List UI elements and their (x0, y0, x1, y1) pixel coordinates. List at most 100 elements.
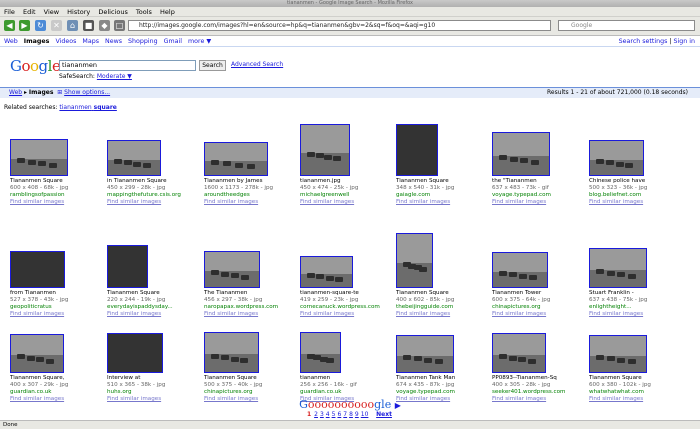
result-site[interactable]: michaelgreenwell (300, 192, 390, 199)
result-site[interactable]: chinapictures.org (492, 304, 582, 311)
result-site[interactable]: voyage.typepad.com (396, 389, 486, 396)
nav-videos[interactable]: Videos (55, 38, 76, 45)
image-thumbnail[interactable] (492, 132, 550, 176)
page-8[interactable]: 8 (349, 411, 353, 418)
advanced-search-link[interactable]: Advanced Search (231, 61, 283, 68)
image-thumbnail[interactable] (10, 251, 65, 288)
crumb-web[interactable]: Web (9, 89, 22, 96)
result-site[interactable]: chinapictures.org (204, 389, 294, 396)
result-site[interactable]: gaiagle.com (396, 192, 486, 199)
result-site[interactable]: naropapax.wordpress.com (204, 304, 294, 311)
result-site[interactable]: seeker401.wordpress.com (492, 389, 582, 396)
safesearch-dropdown[interactable]: Moderate ▼ (97, 73, 132, 80)
menu-view[interactable]: View (44, 8, 59, 16)
image-thumbnail[interactable] (10, 139, 68, 176)
image-thumbnail[interactable] (204, 251, 260, 288)
forward-icon[interactable]: ▶ (19, 20, 30, 31)
image-thumbnail[interactable] (492, 252, 548, 288)
image-thumbnail[interactable] (396, 335, 454, 373)
result-site[interactable]: guardian.co.uk (300, 389, 390, 396)
result-site[interactable]: voyage.typepad.com (492, 192, 582, 199)
result-site[interactable]: geopoliticratus (10, 304, 100, 311)
nav-gmail[interactable]: Gmail (164, 38, 182, 45)
image-thumbnail[interactable] (300, 256, 353, 288)
find-similar-link[interactable]: Find similar images (492, 311, 582, 318)
reload-icon[interactable]: ↻ (35, 20, 46, 31)
image-thumbnail[interactable] (204, 332, 259, 373)
search-settings-link[interactable]: Search settings (619, 38, 668, 45)
image-thumbnail[interactable] (589, 335, 647, 373)
plus-icon[interactable]: ⊞ (57, 89, 62, 96)
nav-shopping[interactable]: Shopping (128, 38, 158, 45)
image-thumbnail[interactable] (300, 124, 350, 176)
find-similar-link[interactable]: Find similar images (589, 311, 679, 318)
menu-edit[interactable]: Edit (23, 8, 36, 16)
image-thumbnail[interactable] (492, 333, 546, 373)
find-similar-link[interactable]: Find similar images (589, 199, 679, 206)
result-site[interactable]: enlightheight... (589, 304, 679, 311)
image-thumbnail[interactable] (396, 233, 433, 288)
page-10[interactable]: 10 (361, 411, 369, 418)
image-thumbnail[interactable] (589, 248, 647, 288)
find-similar-link[interactable]: Find similar images (396, 199, 486, 206)
home-icon[interactable]: ⌂ (67, 20, 78, 31)
menu-history[interactable]: History (67, 8, 90, 16)
result-site[interactable]: whatwhatwhat.com (589, 389, 679, 396)
tag-icon[interactable]: ◆ (99, 20, 110, 31)
nav-news[interactable]: News (105, 38, 122, 45)
page-6[interactable]: 6 (337, 411, 341, 418)
menu-delicious[interactable]: Delicious (98, 8, 127, 16)
related-link[interactable]: tiananmen square (59, 104, 116, 111)
bookmark-icon[interactable]: ■ (83, 20, 94, 31)
find-similar-link[interactable]: Find similar images (492, 199, 582, 206)
menu-file[interactable]: File (4, 8, 15, 16)
result-site[interactable]: guardian.co.uk (10, 389, 100, 396)
find-similar-link[interactable]: Find similar images (204, 199, 294, 206)
image-thumbnail[interactable] (107, 140, 161, 176)
image-thumbnail[interactable] (107, 333, 163, 373)
image-thumbnail[interactable] (107, 245, 148, 288)
page-3[interactable]: 3 (320, 411, 324, 418)
nav-web[interactable]: Web (4, 38, 18, 45)
page-4[interactable]: 4 (326, 411, 330, 418)
image-thumbnail[interactable] (589, 140, 644, 176)
next-link[interactable]: Next (376, 411, 392, 418)
stop-icon[interactable]: ✕ (51, 20, 62, 31)
result-site[interactable]: aroundtheedges (204, 192, 294, 199)
result-site[interactable]: cornecanuck.wordpress.com (300, 304, 390, 311)
find-similar-link[interactable]: Find similar images (107, 311, 197, 318)
google-logo[interactable]: Google (10, 57, 61, 75)
result-site[interactable]: huhs.org (107, 389, 197, 396)
find-similar-link[interactable]: Find similar images (107, 199, 197, 206)
page-9[interactable]: 9 (355, 411, 359, 418)
find-similar-link[interactable]: Find similar images (204, 311, 294, 318)
page-7[interactable]: 7 (343, 411, 347, 418)
menu-tools[interactable]: Tools (136, 8, 152, 16)
back-icon[interactable]: ◀ (4, 20, 15, 31)
page-5[interactable]: 5 (332, 411, 336, 418)
nav-images[interactable]: Images (24, 38, 50, 45)
search-button[interactable]: Search (199, 60, 226, 71)
nav-more[interactable]: more ▼ (188, 38, 211, 45)
menu-help[interactable]: Help (160, 8, 175, 16)
result-site[interactable]: mappingthefuture.csis.org (107, 192, 197, 199)
find-similar-link[interactable]: Find similar images (396, 311, 486, 318)
image-thumbnail[interactable] (396, 124, 438, 176)
browser-search-input[interactable]: Google (558, 20, 695, 31)
image-thumbnail[interactable] (10, 334, 64, 373)
query-input[interactable]: tiananmen (59, 60, 196, 71)
sign-in-link[interactable]: Sign in (674, 38, 695, 45)
print-icon[interactable]: □ (114, 20, 125, 31)
next-arrow-icon[interactable]: ▶ (395, 401, 401, 410)
result-site[interactable]: everydayispaddysday... (107, 304, 197, 311)
address-bar[interactable]: http://images.google.com/images?hl=en&so… (128, 20, 551, 31)
result-site[interactable]: thebeijingguide.com (396, 304, 486, 311)
find-similar-link[interactable]: Find similar images (10, 311, 100, 318)
nav-maps[interactable]: Maps (82, 38, 99, 45)
find-similar-link[interactable]: Find similar images (300, 199, 390, 206)
show-options-link[interactable]: Show options... (64, 89, 110, 96)
image-thumbnail[interactable] (300, 332, 341, 373)
result-site[interactable]: blog.beliefnet.com (589, 192, 679, 199)
image-thumbnail[interactable] (204, 142, 268, 176)
find-similar-link[interactable]: Find similar images (10, 199, 100, 206)
